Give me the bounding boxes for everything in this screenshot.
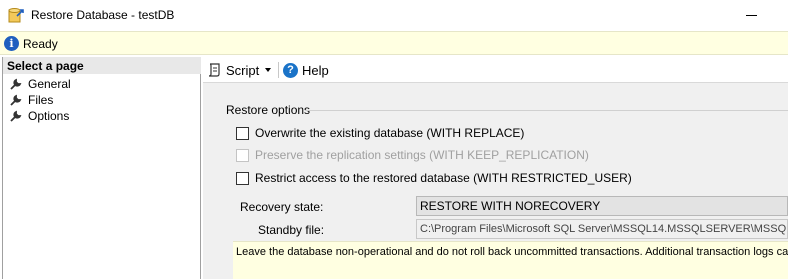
help-button[interactable]: ? Help [283,61,329,79]
standby-file-label: Standby file: [258,223,325,237]
toolbar-separator [278,62,279,78]
recovery-state-select[interactable]: RESTORE WITH NORECOVERY [416,196,788,216]
sidebar-item-files[interactable]: Files [9,92,53,108]
recovery-description: Leave the database non-operational and d… [233,241,788,279]
script-button[interactable]: Script [207,61,272,79]
title-bar: Restore Database - testDB [0,0,788,31]
keep-replication-option: Preserve the replication settings (WITH … [236,147,589,163]
help-label: Help [302,62,329,78]
with-replace-checkbox[interactable] [236,126,249,140]
restore-database-icon [8,8,24,23]
recovery-panel: Recovery state: RESTORE WITH NORECOVERY … [233,193,788,279]
info-icon: i [4,36,19,51]
script-icon [208,63,220,77]
select-page-header: Select a page [3,57,201,74]
window-title: Restore Database - testDB [31,8,175,22]
standby-file-input: C:\Program Files\Microsoft SQL Server\MS… [416,219,788,239]
sidebar-item-options[interactable]: Options [9,108,69,124]
wrench-icon [10,94,22,106]
sidebar-item-label: Options [28,109,70,123]
sidebar-item-general[interactable]: General [9,76,71,92]
options-page: Script ? Help Restore options Overwrite … [203,57,788,279]
restricted-user-option[interactable]: Restrict access to the restored database… [236,170,632,186]
sidebar-item-label: General [28,77,71,91]
with-replace-label: Overwrite the existing database (WITH RE… [255,126,525,140]
restricted-user-label: Restrict access to the restored database… [255,171,632,185]
chevron-down-icon[interactable] [265,68,272,72]
recovery-state-label: Recovery state: [240,200,324,214]
minimize-button[interactable] [746,15,757,16]
wrench-icon [10,110,22,122]
restricted-user-checkbox[interactable] [236,171,249,185]
keep-replication-label: Preserve the replication settings (WITH … [255,148,589,162]
keep-replication-checkbox [236,148,249,162]
toolbar: Script ? Help [203,57,788,83]
help-icon: ? [283,62,298,78]
sidebar-item-label: Files [28,93,54,107]
status-bar: i Ready [0,31,788,55]
status-text: Ready [23,37,58,51]
with-replace-option[interactable]: Overwrite the existing database (WITH RE… [236,125,524,141]
wrench-icon [10,78,22,90]
section-divider [305,110,788,111]
restore-options-title: Restore options [226,103,311,117]
page-selector-pane: Select a page General Files Options [2,57,201,279]
script-label: Script [226,62,260,78]
